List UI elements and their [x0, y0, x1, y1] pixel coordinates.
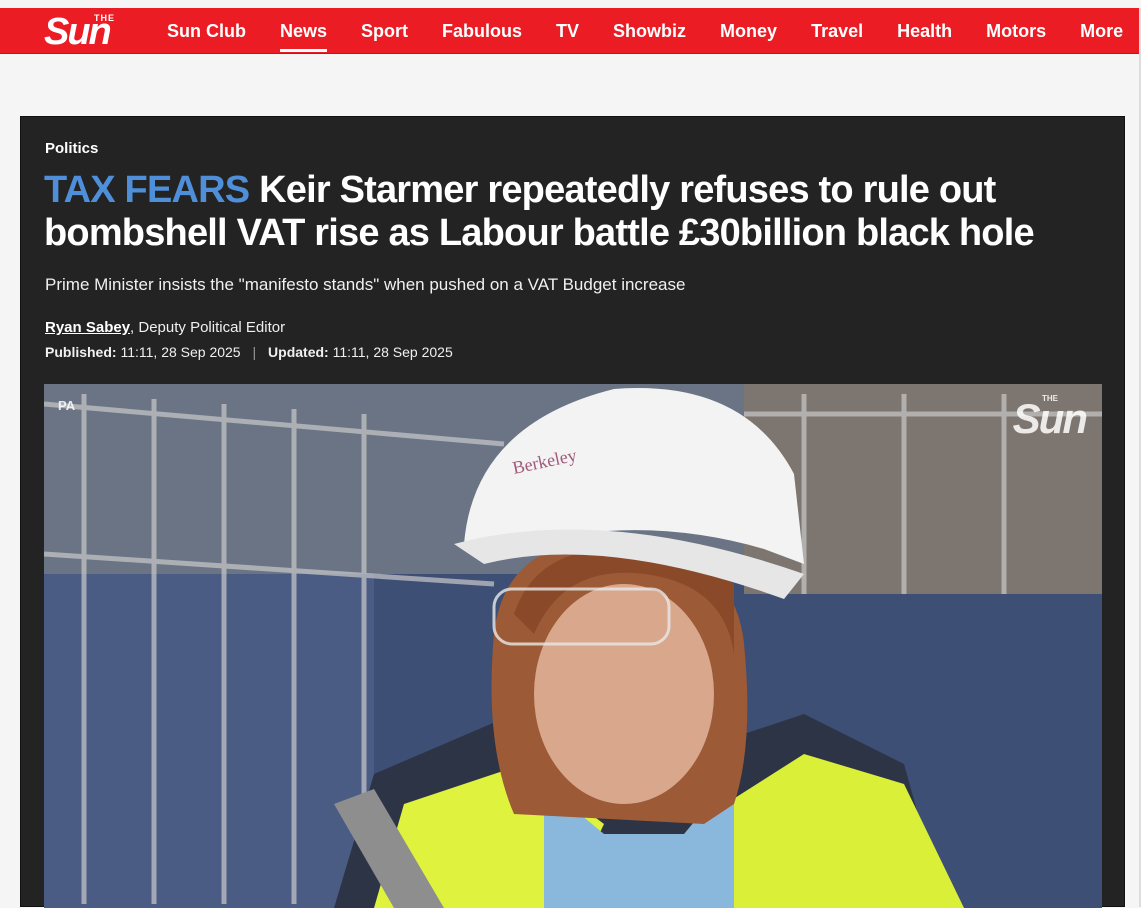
logo-the: THE — [94, 13, 115, 23]
hero-video[interactable]: Berkeley PA THE Sun — [44, 384, 1102, 908]
nav-item-motors[interactable]: Motors — [969, 8, 1063, 54]
headline: TAX FEARS Keir Starmer repeatedly refuse… — [44, 169, 1104, 255]
video-frame: Berkeley — [44, 384, 1102, 908]
nav-items: Sun Club News Sport Fabulous TV Showbiz Money T… — [150, 8, 1140, 54]
nav-item-travel[interactable]: Travel — [794, 8, 880, 54]
published-date: 11:11, 28 Sep 2025 — [120, 344, 241, 360]
section-label[interactable]: Politics — [45, 140, 98, 157]
top-strip — [0, 0, 1141, 8]
nav-item-health[interactable]: Health — [880, 8, 969, 54]
nav-item-sun-club[interactable]: Sun Club — [150, 8, 263, 54]
article-header: Politics TAX FEARS Keir Starmer repeated… — [20, 116, 1125, 908]
updated-label: Updated: — [268, 344, 329, 360]
sun-watermark: Sun — [1012, 395, 1088, 442]
nav-item-tv[interactable]: TV — [539, 8, 596, 54]
published-label: Published: — [45, 344, 117, 360]
byline: Ryan Sabey, Deputy Political Editor — [45, 319, 285, 336]
nav-item-more[interactable]: More — [1063, 8, 1140, 54]
standfirst: Prime Minister insists the "manifesto st… — [45, 275, 686, 294]
sun-logo[interactable]: Sun THE — [44, 13, 144, 51]
nav-item-fabulous[interactable]: Fabulous — [425, 8, 539, 54]
date-separator: | — [252, 344, 257, 360]
headline-tag: TAX FEARS — [44, 169, 250, 211]
nav-item-sport[interactable]: Sport — [344, 8, 425, 54]
author-role: , Deputy Political Editor — [130, 319, 286, 336]
photo-credit: PA — [58, 398, 76, 413]
dates: Published: 11:11, 28 Sep 2025 | Updated:… — [45, 344, 453, 360]
nav-item-showbiz[interactable]: Showbiz — [596, 8, 703, 54]
nav-item-money[interactable]: Money — [703, 8, 794, 54]
nav-item-news[interactable]: News — [263, 8, 344, 54]
updated-date: 11:11, 28 Sep 2025 — [332, 344, 453, 360]
main-nav: Sun THE Sun Club News Sport Fabulous TV Showb… — [0, 8, 1141, 54]
author-link[interactable]: Ryan Sabey — [45, 319, 130, 336]
